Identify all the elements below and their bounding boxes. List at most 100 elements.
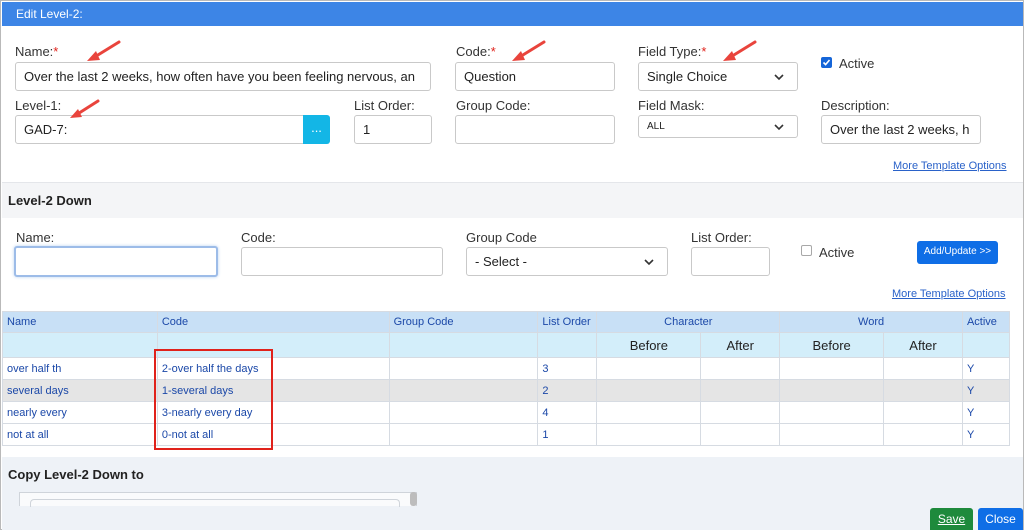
field-type-label: Field Type:* (638, 44, 707, 59)
character-after-header: After (700, 332, 781, 358)
subheader-empty (961, 332, 1011, 358)
annotation-arrow-icon (723, 40, 757, 61)
level1-browse-button[interactable]: ... (303, 115, 330, 144)
l2-active-label: Active (819, 245, 855, 260)
annotation-arrow-icon (70, 99, 100, 118)
row-char-before (596, 357, 702, 380)
row-list-order: 1 (537, 423, 598, 446)
group-code-input[interactable] (455, 115, 615, 144)
l2-group-code-select[interactable]: - Select - (466, 247, 668, 276)
row-name: nearly every (2, 401, 158, 424)
row-word-after (883, 401, 963, 424)
chevron-down-icon (774, 124, 784, 131)
copy-target-list[interactable] (19, 492, 417, 507)
field-type-select[interactable]: Single Choice (638, 62, 798, 91)
l2-group-code-label: Group Code (466, 230, 537, 245)
row-list-order: 3 (537, 357, 598, 380)
name-input[interactable]: Over the last 2 weeks, how often have yo… (15, 62, 431, 91)
level1-input[interactable]: GAD-7: (15, 115, 305, 144)
row-char-after (700, 401, 781, 424)
row-char-before (596, 401, 702, 424)
word-after-header: After (883, 332, 963, 358)
l2-group-code-value: - Select - (475, 254, 528, 269)
l2-code-input[interactable] (241, 247, 443, 276)
row-word-after (883, 423, 963, 446)
field-mask-value: ALL (647, 121, 665, 132)
check-icon (822, 59, 831, 66)
l2-name-input[interactable] (14, 246, 218, 277)
row-word-after (883, 357, 963, 380)
col-header-name[interactable]: Name (2, 311, 158, 333)
subheader-empty (537, 332, 598, 358)
annotation-arrow-icon (87, 40, 121, 61)
active-label: Active (839, 56, 875, 71)
level2-down-header (2, 182, 1023, 218)
row-active: Y (961, 423, 1011, 446)
code-input[interactable]: Question (455, 62, 615, 91)
row-word-after (883, 379, 963, 402)
row-name: over half th (2, 357, 158, 380)
level2-down-title: Level-2 Down (8, 193, 92, 208)
row-list-order: 4 (537, 401, 598, 424)
edit-level2-dialog: Edit Level-2: Name:* Code:* Field Type:*… (0, 0, 1024, 530)
row-group-code (388, 401, 539, 424)
dialog-title: Edit Level-2: (2, 2, 1023, 26)
col-header-code[interactable]: Code (156, 311, 390, 333)
chevron-down-icon (644, 259, 654, 266)
copy-target-list-inner (30, 499, 400, 507)
copy-list-scrollbar[interactable] (410, 492, 417, 506)
row-word-before (779, 379, 885, 402)
code-label: Code:* (456, 44, 496, 59)
group-code-label: Group Code: (456, 98, 531, 113)
row-word-before (779, 357, 885, 380)
row-word-before (779, 401, 885, 424)
grid-header-row: Name Code Group Code List Order Characte… (2, 311, 1011, 333)
field-mask-select[interactable]: ALL (638, 115, 798, 138)
row-char-after (700, 357, 781, 380)
code-column-highlight-box (154, 349, 273, 450)
l2-name-label: Name: (16, 230, 55, 245)
l2-active-checkbox[interactable] (801, 245, 812, 256)
field-type-value: Single Choice (647, 69, 728, 84)
row-active: Y (961, 379, 1011, 402)
l2-more-template-options-link[interactable]: More Template Options (892, 288, 1006, 300)
col-header-list-order[interactable]: List Order (537, 311, 598, 333)
row-name: not at all (2, 423, 158, 446)
word-before-header: Before (779, 332, 885, 358)
row-char-after (700, 379, 781, 402)
description-label: Description: (821, 98, 890, 113)
field-mask-label: Field Mask: (638, 98, 705, 113)
description-input[interactable]: Over the last 2 weeks, h (821, 115, 981, 144)
row-group-code (388, 423, 539, 446)
active-checkbox[interactable] (821, 57, 832, 68)
level1-label: Level-1: (15, 98, 62, 113)
row-group-code (388, 379, 539, 402)
col-header-character: Character (596, 311, 781, 333)
col-header-group-code[interactable]: Group Code (388, 311, 539, 333)
list-order-input[interactable]: 1 (354, 115, 432, 144)
l2-list-order-input[interactable] (691, 247, 770, 276)
more-template-options-link[interactable]: More Template Options (893, 160, 1007, 172)
row-char-before (596, 423, 702, 446)
chevron-down-icon (774, 74, 784, 81)
name-label: Name:* (15, 44, 59, 59)
row-word-before (779, 423, 885, 446)
row-char-after (700, 423, 781, 446)
save-button[interactable]: Save (930, 508, 973, 530)
row-char-before (596, 379, 702, 402)
l2-list-order-label: List Order: (691, 230, 752, 245)
col-header-active[interactable]: Active (961, 311, 1011, 333)
subheader-empty (2, 332, 158, 358)
l2-code-label: Code: (241, 230, 276, 245)
row-active: Y (961, 357, 1011, 380)
close-button[interactable]: Close (978, 508, 1023, 530)
col-header-word: Word (779, 311, 963, 333)
row-name: several days (2, 379, 158, 402)
copy-section-title: Copy Level-2 Down to (8, 467, 144, 482)
list-order-label: List Order: (354, 98, 415, 113)
row-group-code (388, 357, 539, 380)
character-before-header: Before (596, 332, 702, 358)
annotation-arrow-icon (512, 40, 546, 61)
add-update-button[interactable]: Add/Update >> (917, 241, 998, 264)
row-active: Y (961, 401, 1011, 424)
